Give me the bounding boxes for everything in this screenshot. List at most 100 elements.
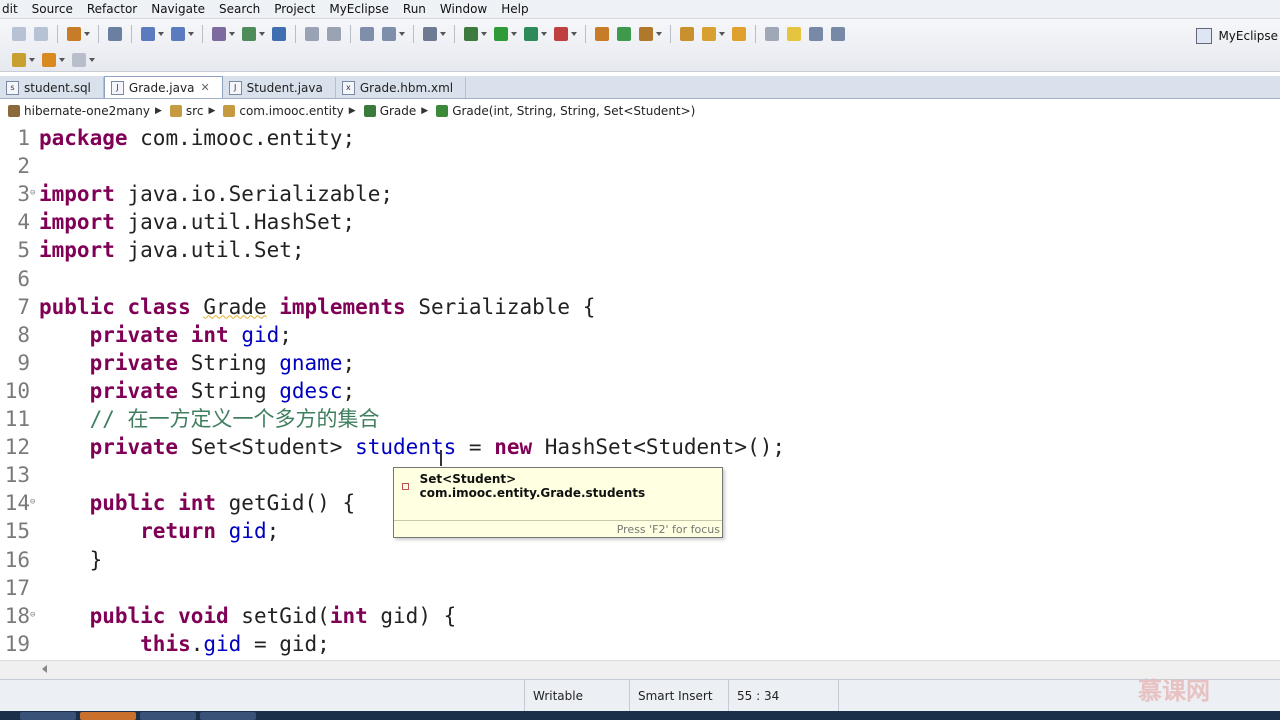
- link-icon[interactable]: [327, 27, 341, 41]
- breadcrumb-item[interactable]: src ▶: [162, 104, 215, 118]
- code-token: =: [456, 435, 495, 460]
- breadcrumb-label: com.imooc.entity: [239, 104, 344, 118]
- menu-item[interactable]: Window: [433, 2, 494, 16]
- browser-icon[interactable]: [242, 27, 265, 41]
- git-icon[interactable]: [639, 27, 662, 41]
- open-task-icon[interactable]: [702, 27, 725, 41]
- chevron-right-icon[interactable]: ▶: [421, 106, 428, 116]
- line-number: 13: [4, 463, 30, 488]
- breadcrumb-item[interactable]: com.imooc.entity ▶: [215, 104, 356, 118]
- status-insert-mode: Smart Insert: [629, 680, 728, 712]
- code-line: 18 ⊖ public void setGid(int gid) {: [0, 602, 1280, 630]
- block-select-icon[interactable]: [809, 27, 823, 41]
- code-line: 8 private int gid;: [0, 321, 1280, 349]
- code-token: String: [178, 378, 280, 403]
- menu-bar: dit Source Refactor Navigate Search Project My…: [0, 0, 1280, 19]
- toolbar-separator: [755, 25, 756, 43]
- line-number: 5: [17, 238, 30, 263]
- tab-student-java[interactable]: J Student.java: [223, 77, 336, 98]
- menu-item[interactable]: Help: [494, 2, 535, 16]
- fold-toggle-icon[interactable]: ⊖: [30, 610, 35, 620]
- package-icon: [223, 105, 236, 117]
- tab-grade-hbm-xml[interactable]: x Grade.hbm.xml: [336, 77, 467, 98]
- menu-item[interactable]: Search: [212, 2, 267, 16]
- open-type-icon[interactable]: [680, 27, 694, 41]
- code-line: 10 private String gdesc;: [0, 377, 1280, 405]
- field-icon: [402, 482, 409, 490]
- external-tools-icon[interactable]: [554, 27, 577, 41]
- new-project-icon[interactable]: [67, 27, 90, 41]
- code-text: package com.imooc.entity;: [39, 124, 355, 152]
- close-icon[interactable]: ✕: [200, 81, 209, 94]
- forward-icon[interactable]: [72, 53, 95, 67]
- toolbar-separator: [670, 25, 671, 43]
- code-token: private: [89, 378, 179, 403]
- horizontal-scrollbar[interactable]: [0, 660, 1280, 679]
- back-icon[interactable]: [42, 53, 65, 67]
- breadcrumb-item[interactable]: hibernate-one2many ▶: [0, 104, 162, 118]
- taskbar-app[interactable]: [140, 712, 196, 720]
- chevron-right-icon[interactable]: ▶: [208, 106, 215, 116]
- breadcrumb-item[interactable]: Grade ▶: [356, 104, 428, 118]
- bookmark-icon[interactable]: [12, 53, 35, 67]
- fold-toggle-icon[interactable]: ⊖: [30, 497, 35, 507]
- breadcrumb-item[interactable]: Grade(int, String, String, Set<Student>): [428, 104, 695, 118]
- menu-item[interactable]: dit: [0, 2, 25, 16]
- editor-tabs: s student.sql J Grade.java ✕ J Student.java x Gr…: [0, 76, 1280, 99]
- package-icon[interactable]: [108, 27, 122, 41]
- code-token: implements: [279, 294, 406, 319]
- annotation-icon[interactable]: [732, 27, 746, 41]
- deploy-icon[interactable]: [212, 27, 235, 41]
- taskbar-app[interactable]: [200, 712, 256, 720]
- tab-student-sql[interactable]: s student.sql: [0, 77, 104, 98]
- line-number: 6: [17, 266, 30, 291]
- line-number: 10: [4, 378, 30, 403]
- hover-hint: Press 'F2' for focus: [394, 520, 722, 537]
- task-icon[interactable]: [360, 27, 374, 41]
- menu-item[interactable]: Refactor: [80, 2, 144, 16]
- new-package-icon[interactable]: [617, 27, 631, 41]
- code-editor[interactable]: 1 package com.imooc.entity; 2 3 ⊖ import java…: [0, 124, 1280, 660]
- menu-item[interactable]: MyEclipse: [322, 2, 396, 16]
- debug-icon[interactable]: [464, 27, 487, 41]
- whitespace-icon[interactable]: [831, 27, 845, 41]
- save-icon[interactable]: [12, 27, 26, 41]
- fold-toggle-icon[interactable]: ⊖: [30, 188, 35, 198]
- taskbar-app[interactable]: [80, 712, 136, 720]
- taskbar-start[interactable]: [20, 712, 76, 720]
- menu-item[interactable]: Navigate: [144, 2, 212, 16]
- new-class-icon[interactable]: [595, 27, 609, 41]
- menu-item[interactable]: Source: [25, 2, 80, 16]
- toolbar-separator: [57, 25, 58, 43]
- globe-icon[interactable]: [272, 27, 286, 41]
- run-icon[interactable]: [494, 27, 517, 41]
- code-token: public int: [89, 491, 217, 516]
- menu-item[interactable]: Project: [267, 2, 322, 16]
- tab-label: Grade.java: [128, 80, 195, 95]
- coverage-icon[interactable]: [524, 27, 547, 41]
- perspective-switcher[interactable]: MyEclipse: [1196, 28, 1278, 44]
- scroll-left-icon[interactable]: [42, 665, 47, 673]
- code-token: }: [39, 547, 103, 572]
- server-icon[interactable]: [171, 27, 194, 41]
- chevron-right-icon[interactable]: ▶: [155, 106, 162, 116]
- toolbar: MyEclipse: [0, 19, 1280, 72]
- code-text: private String gname;: [39, 349, 356, 377]
- tab-grade-java[interactable]: J Grade.java ✕: [103, 76, 223, 98]
- breadcrumb: hibernate-one2many ▶ src ▶ com.imooc.entity ▶…: [0, 100, 1280, 122]
- lock-icon[interactable]: [305, 27, 319, 41]
- wizard-icon[interactable]: [141, 27, 164, 41]
- code-text: private String gdesc;: [39, 377, 356, 405]
- highlight-icon[interactable]: [787, 27, 801, 41]
- print-icon[interactable]: [34, 27, 48, 41]
- code-text: return gid;: [39, 517, 279, 545]
- window-icon[interactable]: [423, 27, 446, 41]
- chevron-right-icon[interactable]: ▶: [349, 106, 356, 116]
- menu-item[interactable]: Run: [396, 2, 433, 16]
- search-icon[interactable]: [382, 27, 405, 41]
- code-text: import java.util.Set;: [39, 236, 305, 264]
- toggle-mark-icon[interactable]: [765, 27, 779, 41]
